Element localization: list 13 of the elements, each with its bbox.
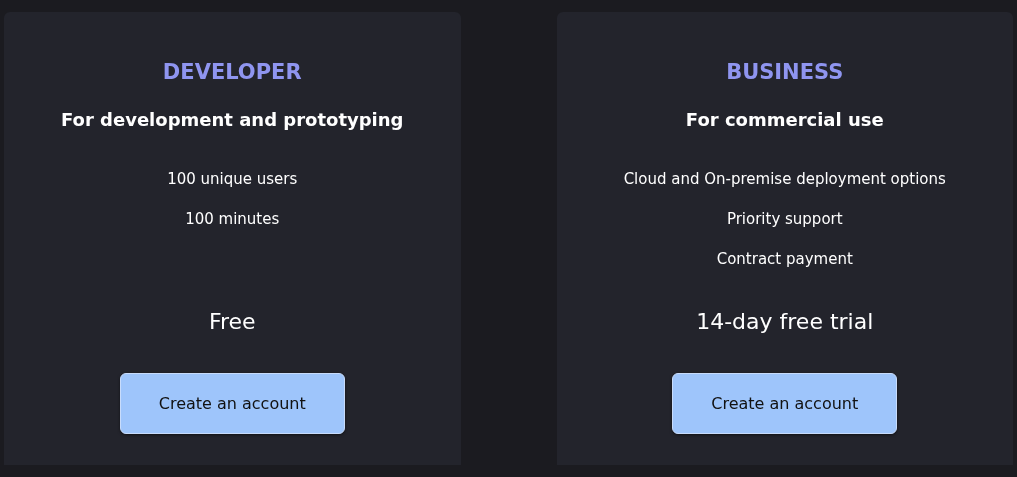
plan-tagline: For development and prototyping: [61, 108, 404, 132]
plan-title: BUSINESS: [726, 59, 844, 86]
plan-feature: Cloud and On-premise deployment options: [623, 169, 946, 190]
create-account-button[interactable]: Create an account: [119, 373, 345, 434]
plan-feature: 100 unique users: [167, 169, 298, 190]
plan-feature: Priority support: [726, 209, 843, 230]
plan-feature: 100 minutes: [185, 209, 280, 230]
plan-title: DEVELOPER: [162, 59, 302, 86]
plan-price: 14-day free trial: [696, 308, 874, 336]
plan-feature: Contract payment: [716, 249, 853, 270]
plan-tagline: For commercial use: [685, 108, 884, 132]
plan-price: Free: [208, 308, 256, 336]
create-account-button[interactable]: Create an account: [672, 373, 898, 434]
